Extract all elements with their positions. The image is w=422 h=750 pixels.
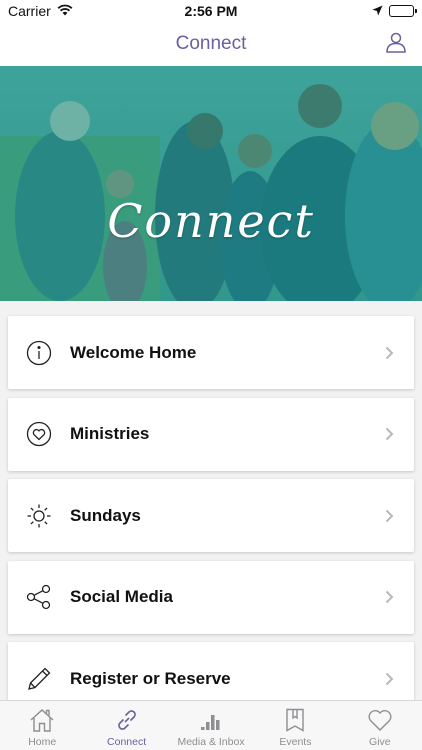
person-icon	[384, 30, 408, 59]
tab-events[interactable]: Events	[253, 701, 337, 750]
menu-item-ministries[interactable]: Ministries	[8, 397, 414, 471]
tab-label: Home	[28, 736, 57, 748]
heart-icon	[26, 421, 52, 447]
share-icon	[26, 584, 52, 610]
status-right	[372, 3, 417, 19]
tab-label: Media & Inbox	[177, 736, 245, 748]
equalizer-icon	[197, 706, 225, 734]
menu-item-label: Ministries	[70, 424, 150, 443]
profile-button[interactable]	[382, 30, 410, 58]
home-icon	[28, 706, 56, 734]
bookmark-icon	[281, 706, 309, 734]
tab-media-inbox[interactable]: Media & Inbox	[169, 701, 253, 750]
carrier-label: Carrier	[8, 3, 51, 19]
menu-item-welcome-home[interactable]: Welcome Home	[8, 316, 414, 389]
menu-item-sundays[interactable]: Sundays	[8, 479, 414, 552]
pencil-icon	[26, 666, 52, 692]
page-title: Connect	[175, 33, 247, 54]
status-bar: Carrier 2:56 PM	[0, 0, 422, 22]
menu-item-social-media[interactable]: Social Media	[8, 560, 414, 634]
hero-title: Connect	[107, 194, 315, 248]
battery-icon	[389, 5, 417, 17]
chevron-right-icon	[382, 427, 396, 441]
connect-menu: Welcome Home Ministries Sundays Social M…	[8, 316, 414, 724]
hero-photo	[0, 66, 422, 301]
menu-item-label: Sundays	[70, 505, 141, 525]
location-arrow-icon	[372, 3, 383, 19]
sun-icon	[26, 503, 52, 529]
menu-item-label: Register or Reserve	[70, 668, 231, 688]
menu-item-label: Social Media	[70, 587, 173, 606]
chevron-right-icon	[382, 346, 396, 360]
chevron-right-icon	[382, 672, 396, 686]
heart-icon	[366, 706, 394, 734]
info-icon	[26, 340, 52, 366]
tab-connect[interactable]: Connect	[84, 701, 168, 750]
link-icon	[113, 706, 141, 734]
hero-banner: Connect	[0, 66, 422, 301]
tab-label: Connect	[107, 736, 147, 748]
chevron-right-icon	[382, 590, 396, 604]
tab-label: Give	[369, 736, 391, 748]
chevron-right-icon	[382, 509, 396, 523]
tab-give[interactable]: Give	[338, 701, 422, 750]
tab-home[interactable]: Home	[0, 701, 84, 750]
tab-label: Events	[279, 736, 312, 748]
tab-bar: Home Connect Media & Inbox Events Give	[0, 700, 422, 750]
wifi-icon	[57, 3, 73, 19]
carrier-group: Carrier	[8, 3, 73, 19]
menu-item-label: Welcome Home	[70, 342, 197, 362]
navigation-bar: Connect	[0, 22, 422, 66]
